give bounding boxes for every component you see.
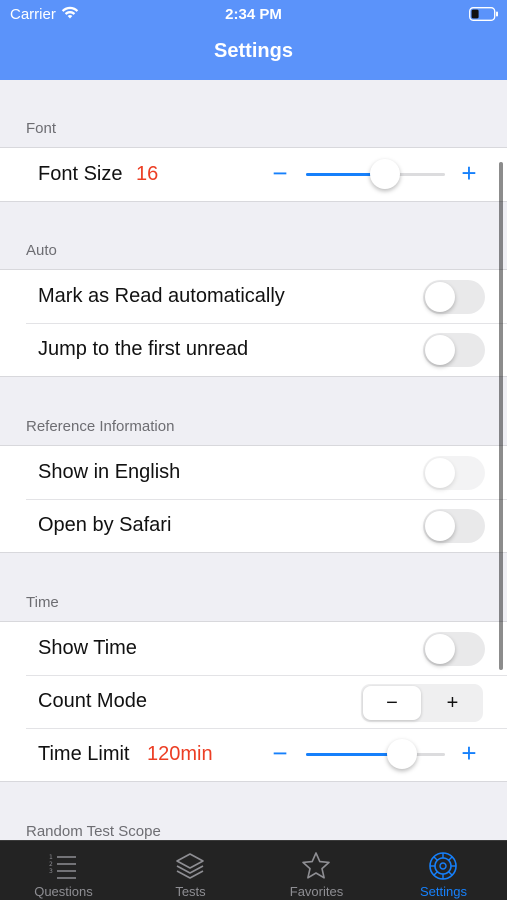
- gear-icon: [429, 852, 457, 880]
- open-safari-toggle[interactable]: [423, 509, 485, 543]
- mark-read-toggle[interactable]: [423, 280, 485, 314]
- font-size-value: 16: [136, 163, 159, 185]
- toggle-knob: [425, 282, 455, 312]
- jump-unread-row: Jump to the first unread: [0, 323, 507, 376]
- tab-favorites[interactable]: Favorites: [253, 841, 380, 900]
- tab-label: Settings: [420, 884, 467, 899]
- auto-group: Mark as Read automatically Jump to the f…: [0, 269, 507, 377]
- toggle-knob: [425, 335, 455, 365]
- tab-tests[interactable]: Tests: [127, 841, 254, 900]
- show-time-label: Show Time: [38, 637, 137, 659]
- time-limit-increase-button[interactable]: +: [458, 739, 480, 767]
- show-time-toggle[interactable]: [423, 632, 485, 666]
- time-limit-decrease-button[interactable]: −: [269, 739, 291, 767]
- status-bar: Carrier 2:34 PM: [0, 0, 507, 30]
- numbered-list-icon: 123: [49, 854, 76, 879]
- tab-bar: 123 Questions Tests Favorites Settings: [0, 840, 507, 900]
- section-header-random-scope: Random Test Scope: [26, 823, 161, 840]
- svg-text:2: 2: [49, 861, 53, 868]
- font-size-label: Font Size: [38, 163, 123, 185]
- open-safari-row: Open by Safari: [0, 499, 507, 552]
- toggle-knob: [425, 634, 455, 664]
- reference-group: Show in English Open by Safari: [0, 445, 507, 553]
- font-size-slider[interactable]: [306, 159, 445, 189]
- toggle-knob: [425, 511, 455, 541]
- stacked-layers-icon: [176, 853, 204, 879]
- time-limit-value: 120min: [147, 743, 213, 765]
- toggle-knob: [425, 458, 455, 488]
- count-mode-row: Count Mode − +: [0, 675, 507, 728]
- show-time-row: Show Time: [0, 622, 507, 675]
- tab-label: Questions: [34, 884, 93, 899]
- svg-text:3: 3: [49, 868, 53, 875]
- section-header-auto: Auto: [26, 242, 57, 259]
- open-safari-label: Open by Safari: [38, 514, 172, 536]
- count-mode-stepper: − +: [361, 684, 483, 722]
- show-english-label: Show in English: [38, 461, 181, 483]
- count-mode-plus-button[interactable]: +: [422, 684, 483, 722]
- time-group: Show Time Count Mode − + Time Limit 120m…: [0, 621, 507, 782]
- mark-read-label: Mark as Read automatically: [38, 285, 285, 307]
- tab-settings[interactable]: Settings: [380, 841, 507, 900]
- scrollbar[interactable]: [499, 162, 503, 670]
- time-limit-slider[interactable]: [306, 739, 445, 769]
- count-mode-minus-button[interactable]: −: [363, 686, 421, 720]
- svg-text:1: 1: [49, 854, 53, 861]
- section-header-reference: Reference Information: [26, 418, 175, 435]
- page-title: Settings: [214, 40, 293, 62]
- section-header-time: Time: [26, 594, 59, 611]
- show-english-toggle[interactable]: [423, 456, 485, 490]
- count-mode-label: Count Mode: [38, 690, 147, 712]
- font-size-slider-thumb[interactable]: [370, 159, 401, 189]
- header: Carrier 2:34 PM Settings: [0, 0, 507, 80]
- tab-questions[interactable]: 123 Questions: [0, 841, 127, 900]
- font-size-row: Font Size 16 − +: [0, 148, 507, 201]
- battery-low-icon: [469, 7, 498, 21]
- settings-list[interactable]: Font Font Size 16 − + Auto Mark as Read …: [0, 80, 507, 840]
- jump-unread-label: Jump to the first unread: [38, 338, 249, 360]
- font-size-increase-button[interactable]: +: [458, 159, 480, 187]
- section-header-font: Font: [26, 120, 57, 137]
- tab-label: Favorites: [289, 884, 344, 899]
- mark-read-row: Mark as Read automatically: [0, 270, 507, 323]
- show-english-row: Show in English: [0, 446, 507, 499]
- font-group: Font Size 16 − +: [0, 147, 507, 202]
- time-limit-label: Time Limit: [38, 743, 130, 765]
- time-limit-slider-thumb[interactable]: [386, 739, 417, 769]
- status-time: 2:34 PM: [225, 6, 282, 23]
- time-limit-row: Time Limit 120min − +: [0, 728, 507, 781]
- font-size-decrease-button[interactable]: −: [269, 159, 291, 187]
- jump-unread-toggle[interactable]: [423, 333, 485, 367]
- star-icon: [302, 852, 330, 879]
- tab-label: Tests: [175, 884, 206, 899]
